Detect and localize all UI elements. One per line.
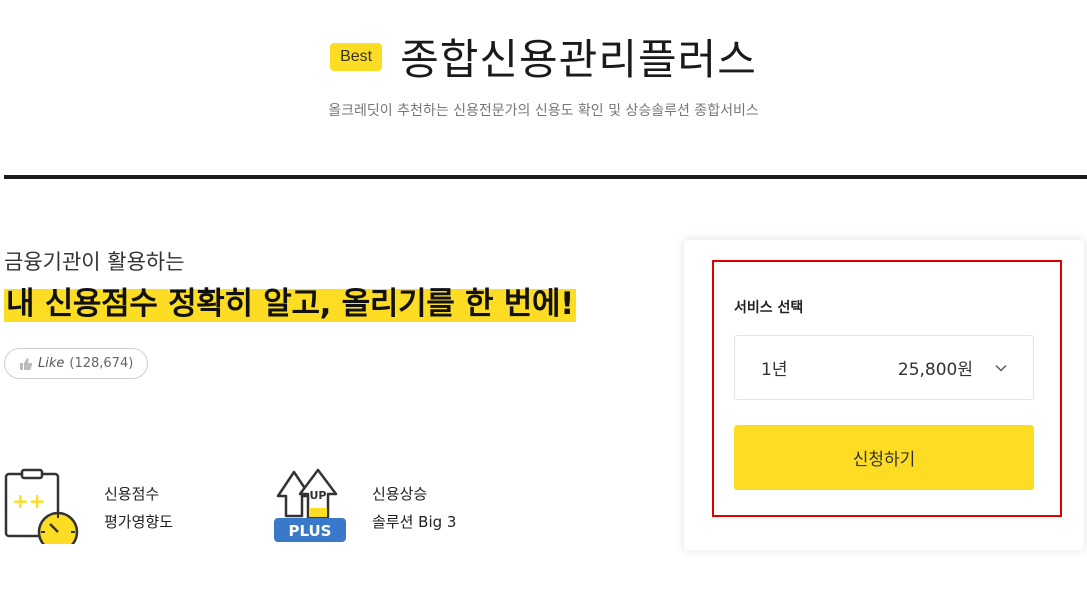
up-text: UP	[310, 489, 327, 502]
best-badge: Best	[330, 42, 383, 71]
like-count: (128,674)	[69, 356, 134, 371]
clipboard-gauge-icon: ++	[4, 468, 79, 544]
feature-credit-score: ++ 신용점수 평가영향도	[4, 468, 173, 544]
feature-line: 평가영향도	[104, 513, 174, 531]
feature-credit-score-labels: 신용점수 평가영향도	[104, 480, 173, 536]
svg-text:++: ++	[12, 489, 46, 513]
service-select-label: 서비스 선택	[734, 300, 804, 316]
apply-button[interactable]: 신청하기	[734, 425, 1034, 490]
plus-text: PLUS	[288, 522, 331, 540]
page-title: 종합신용관리플러스	[400, 35, 757, 84]
selected-price: 25,800원	[897, 360, 973, 380]
feature-line: 신용점수	[104, 485, 160, 503]
title-row: Best 종합신용관리플러스	[0, 26, 1087, 87]
like-label: Like	[38, 356, 65, 371]
feature-credit-up: UP PLUS 신용상승 솔루션 Big 3	[272, 468, 456, 544]
up-plus-icon: UP PLUS	[274, 468, 346, 542]
page-header: Best 종합신용관리플러스 올크레딧이 추천하는 신용전문가의 신용도 확인 …	[0, 0, 1087, 180]
thumbs-up-icon	[20, 357, 33, 370]
selected-period: 1년	[761, 360, 788, 380]
intro-lead: 금융기관이 활용하는	[4, 250, 185, 274]
feature-credit-up-labels: 신용상승 솔루션 Big 3	[372, 480, 456, 536]
like-button[interactable]: Like (128,674)	[4, 348, 149, 379]
chevron-down-icon	[995, 364, 1007, 371]
service-period-select[interactable]: 1년 25,800원	[734, 335, 1034, 400]
intro-headline-wrap: 내 신용점수 정확히 알고, 올리기를 한 번에!	[4, 284, 577, 324]
feature-line: 신용상승	[372, 485, 428, 503]
header-divider	[4, 175, 1087, 179]
feature-line: 솔루션 Big 3	[372, 513, 457, 531]
page-subtitle: 올크레딧이 추천하는 신용전문가의 신용도 확인 및 상승솔루션 종합서비스	[328, 103, 759, 119]
intro-headline: 내 신용점수 정확히 알고, 올리기를 한 번에!	[4, 286, 577, 322]
